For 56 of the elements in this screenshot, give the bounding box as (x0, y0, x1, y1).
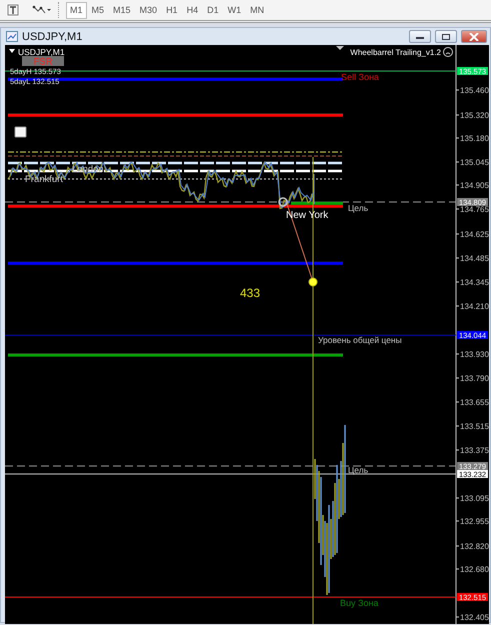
target-label: Цель (348, 465, 368, 475)
cursor-icon (278, 197, 288, 207)
axis-label: 132.820 (460, 542, 489, 551)
axis-label: 134.210 (460, 302, 489, 311)
marker-dot (308, 278, 318, 286)
timeframe-button[interactable]: W1 (224, 2, 246, 18)
target-label: Цель (348, 203, 368, 213)
axis-label: 132.405 (460, 613, 489, 622)
checkbox[interactable] (14, 126, 26, 138)
close-button[interactable] (461, 30, 487, 43)
axis-label: 134.485 (460, 254, 489, 263)
timeframe-button[interactable]: M15 (109, 2, 135, 18)
window-title: USDJPY,M1 (22, 30, 84, 42)
axis-label: 135.180 (460, 134, 489, 143)
zone-label: Buy Зона (340, 598, 378, 608)
maximize-icon (441, 32, 451, 40)
timeframe-button[interactable]: D1 (203, 2, 223, 18)
target-line (291, 202, 343, 204)
level-label: Уровень общей цены (318, 335, 402, 345)
axis-label: 133.515 (460, 422, 489, 431)
axis-label: 134.345 (460, 278, 489, 287)
session-label: London (72, 164, 104, 175)
axis-label: 134.765 (460, 205, 489, 214)
indicator-name: Wheelbarrel Trailing_v1.2 (350, 48, 441, 57)
chart-window-icon (6, 31, 18, 42)
axis-label: 135.460 (460, 86, 489, 95)
timeframe-button[interactable]: M1 (66, 2, 87, 18)
maximize-button[interactable] (435, 30, 457, 43)
close-icon (469, 32, 479, 40)
smiley-icon (443, 47, 453, 57)
axis-label: 133.790 (460, 374, 489, 383)
axis-label: 132.955 (460, 517, 489, 526)
shift-marker-icon (336, 46, 344, 50)
text-tool-icon[interactable] (6, 3, 20, 17)
axis-label: 134.905 (460, 181, 489, 190)
zone-label: Sell Зона (341, 72, 379, 82)
collapse-icon[interactable] (9, 49, 15, 53)
axis-label: 133.655 (460, 398, 489, 407)
badge-background (22, 56, 64, 66)
axis-label: 135.320 (460, 111, 489, 120)
axis-label: 134.625 (460, 230, 489, 239)
timeframe-button[interactable]: H4 (182, 2, 202, 18)
timeframe-button[interactable]: M5 (88, 2, 108, 18)
symbol-label: USDJPY,M1 (18, 47, 65, 57)
distance-label: 433 (240, 286, 260, 300)
minimize-button[interactable] (409, 30, 431, 43)
timeframe-button[interactable]: MN (246, 2, 268, 18)
axis-label: 135.045 (460, 158, 489, 167)
axis-label: 133.930 (460, 350, 489, 359)
axis-label: 133.095 (460, 494, 489, 503)
timeframe-button[interactable]: H1 (162, 2, 182, 18)
axis-label: 133.375 (460, 446, 489, 455)
badge-label: FSR (34, 56, 52, 68)
timeframe-button[interactable]: M30 (136, 2, 162, 18)
axis-label: 132.680 (460, 565, 489, 574)
session-label: Frankfurt (25, 174, 64, 185)
